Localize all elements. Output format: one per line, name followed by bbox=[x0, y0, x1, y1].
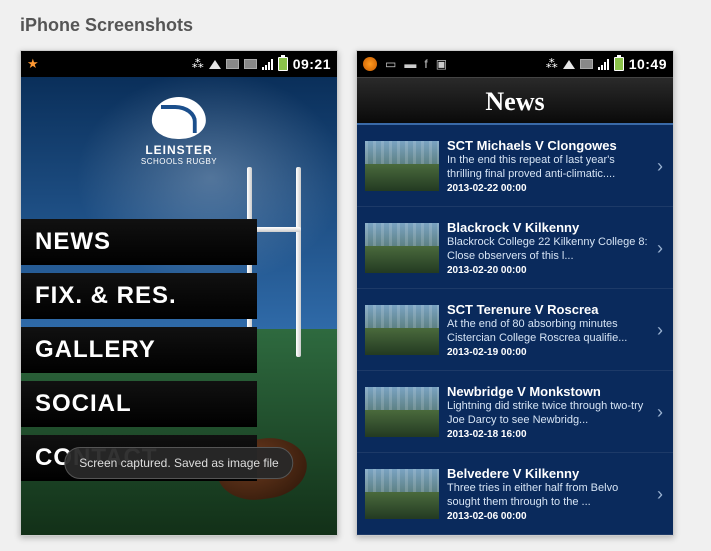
store-icon: ▣ bbox=[436, 57, 447, 71]
news-item[interactable]: Belvedere V Kilkenny Three tries in eith… bbox=[357, 453, 673, 535]
news-item[interactable]: SCT Terenure V Roscrea At the end of 80 … bbox=[357, 289, 673, 371]
star-icon: ★ bbox=[27, 56, 39, 72]
message-icon: ▬ bbox=[404, 57, 416, 71]
news-desc: Three tries in either half from Belvo so… bbox=[447, 482, 649, 510]
news-title: Newbridge V Monkstown bbox=[447, 384, 649, 399]
chevron-right-icon: › bbox=[657, 484, 667, 505]
wifi-icon bbox=[209, 60, 221, 69]
chat-icon: ▭ bbox=[385, 57, 396, 71]
news-header: News bbox=[357, 77, 673, 125]
app-main-screen: LEINSTER SCHOOLS RUGBY NEWS FIX. & RES. … bbox=[21, 77, 337, 535]
statusbar-time: 10:49 bbox=[629, 56, 667, 72]
news-thumbnail bbox=[365, 387, 439, 437]
menu-item-social[interactable]: SOCIAL bbox=[21, 381, 257, 427]
statusbar: ★ ⁂ 09:21 bbox=[21, 51, 337, 77]
sim-icon bbox=[244, 59, 257, 69]
news-date: 2013-02-06 00:00 bbox=[447, 511, 649, 522]
news-title: Belvedere V Kilkenny bbox=[447, 466, 649, 481]
logo-line1: LEINSTER bbox=[141, 143, 217, 157]
facebook-icon: f bbox=[424, 57, 427, 71]
news-date: 2013-02-18 16:00 bbox=[447, 429, 649, 440]
news-desc: At the end of 80 absorbing minutes Ciste… bbox=[447, 318, 649, 346]
battery-icon bbox=[614, 57, 624, 71]
app-logo: LEINSTER SCHOOLS RUGBY bbox=[141, 97, 217, 166]
logo-line2: SCHOOLS RUGBY bbox=[141, 157, 217, 166]
battery-icon bbox=[278, 57, 288, 71]
signal-icon bbox=[598, 58, 609, 70]
notification-icon bbox=[363, 57, 377, 71]
news-thumbnail bbox=[365, 141, 439, 191]
news-title: SCT Terenure V Roscrea bbox=[447, 302, 649, 317]
news-list[interactable]: SCT Michaels V Clongowes In the end this… bbox=[357, 125, 673, 535]
bluetooth-icon: ⁂ bbox=[192, 57, 204, 71]
toast-message: Screen captured. Saved as image file bbox=[64, 447, 293, 479]
signal-icon bbox=[262, 58, 273, 70]
wifi-icon bbox=[563, 60, 575, 69]
chevron-right-icon: › bbox=[657, 402, 667, 423]
screenshot-2: ▭ ▬ f ▣ ⁂ 10:49 News bbox=[356, 50, 674, 536]
news-desc: Blackrock College 22 Kilkenny College 8:… bbox=[447, 236, 649, 264]
news-thumbnail bbox=[365, 469, 439, 519]
main-menu: NEWS FIX. & RES. GALLERY SOCIAL CONTACT bbox=[21, 219, 257, 481]
news-date: 2013-02-22 00:00 bbox=[447, 183, 649, 194]
menu-item-news[interactable]: NEWS bbox=[21, 219, 257, 265]
screenshot-1: ★ ⁂ 09:21 LEINSTER bbox=[20, 50, 338, 536]
chevron-right-icon: › bbox=[657, 320, 667, 341]
crest-icon bbox=[152, 97, 206, 139]
news-title: Blackrock V Kilkenny bbox=[447, 220, 649, 235]
news-item[interactable]: Blackrock V Kilkenny Blackrock College 2… bbox=[357, 207, 673, 289]
news-item[interactable]: Newbridge V Monkstown Lightning did stri… bbox=[357, 371, 673, 453]
news-thumbnail bbox=[365, 305, 439, 355]
news-thumbnail bbox=[365, 223, 439, 273]
page-title: iPhone Screenshots bbox=[20, 15, 691, 36]
chevron-right-icon: › bbox=[657, 156, 667, 177]
news-date: 2013-02-19 00:00 bbox=[447, 347, 649, 358]
screenshots-row: ★ ⁂ 09:21 LEINSTER bbox=[20, 50, 691, 536]
menu-item-fixtures[interactable]: FIX. & RES. bbox=[21, 273, 257, 319]
news-desc: In the end this repeat of last year's th… bbox=[447, 154, 649, 182]
news-date: 2013-02-20 00:00 bbox=[447, 265, 649, 276]
news-title: SCT Michaels V Clongowes bbox=[447, 138, 649, 153]
chevron-right-icon: › bbox=[657, 238, 667, 259]
news-desc: Lightning did strike twice through two-t… bbox=[447, 400, 649, 428]
statusbar-time: 09:21 bbox=[293, 56, 331, 72]
bluetooth-icon: ⁂ bbox=[546, 57, 558, 71]
menu-item-gallery[interactable]: GALLERY bbox=[21, 327, 257, 373]
sdcard-icon bbox=[226, 59, 239, 69]
statusbar: ▭ ▬ f ▣ ⁂ 10:49 bbox=[357, 51, 673, 77]
sdcard-icon bbox=[580, 59, 593, 69]
news-item[interactable]: SCT Michaels V Clongowes In the end this… bbox=[357, 125, 673, 207]
